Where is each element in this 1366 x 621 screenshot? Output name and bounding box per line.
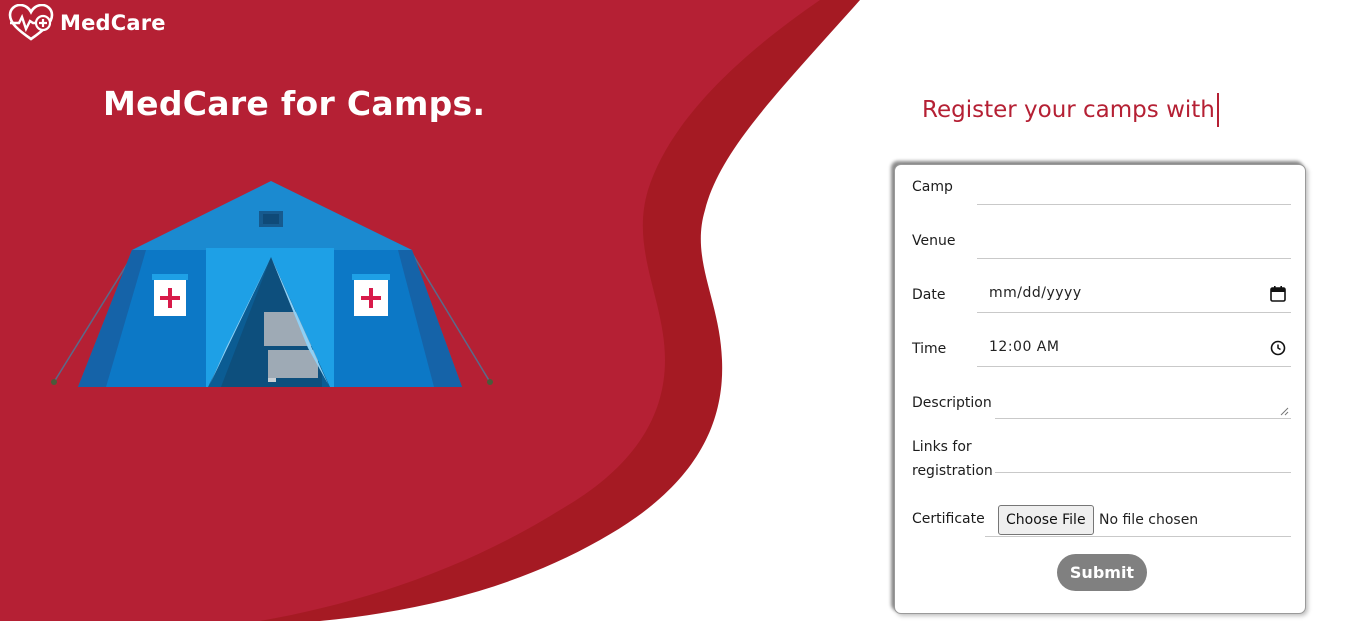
date-label: Date — [912, 287, 946, 303]
heart-plus-icon — [8, 4, 54, 41]
certificate-underline — [985, 536, 1291, 537]
register-heading: Register your camps with — [922, 93, 1219, 127]
time-underline — [977, 366, 1291, 367]
camp-row: Camp — [895, 173, 1307, 207]
date-input[interactable]: mm/dd/yyyy — [989, 285, 1082, 301]
register-heading-text: Register your camps with — [922, 97, 1215, 123]
camp-input[interactable] — [977, 177, 1291, 207]
camp-registration-form: Camp Venue Date mm/dd/yyyy Time 12:00 AM… — [894, 164, 1306, 614]
brand[interactable]: MedCare — [8, 4, 166, 42]
description-textarea[interactable] — [995, 395, 1291, 419]
typing-caret — [1216, 93, 1219, 127]
certificate-row: Certificate Choose File No file chosen — [895, 503, 1307, 539]
choose-file-button[interactable]: Choose File — [998, 505, 1094, 535]
description-label: Description — [912, 395, 992, 411]
links-underline — [995, 472, 1291, 473]
hero-title: MedCare for Camps. — [103, 84, 486, 123]
date-underline — [977, 312, 1291, 313]
links-row: Links for registration — [895, 435, 1307, 485]
venue-label: Venue — [912, 233, 956, 249]
certificate-label: Certificate — [912, 511, 985, 527]
brand-name: MedCare — [60, 11, 166, 35]
resize-grip-icon[interactable] — [1280, 407, 1289, 416]
time-input[interactable]: 12:00 AM — [989, 339, 1059, 355]
venue-underline — [977, 258, 1291, 259]
time-row[interactable]: Time 12:00 AM — [895, 335, 1307, 367]
camp-label: Camp — [912, 179, 953, 195]
submit-button[interactable]: Submit — [1057, 554, 1147, 591]
time-label: Time — [912, 341, 947, 357]
links-label-line1: Links for — [912, 439, 972, 455]
links-label-line2: registration — [912, 463, 993, 479]
clock-icon[interactable] — [1269, 339, 1287, 357]
medical-tent-illustration — [51, 181, 493, 387]
links-input[interactable] — [995, 445, 1291, 475]
file-status-text: No file chosen — [1099, 512, 1199, 528]
calendar-icon[interactable] — [1269, 285, 1287, 303]
venue-row: Venue — [895, 227, 1307, 261]
camp-underline — [977, 204, 1291, 205]
venue-input[interactable] — [977, 231, 1291, 261]
description-row: Description — [895, 389, 1307, 419]
date-row[interactable]: Date mm/dd/yyyy — [895, 281, 1307, 313]
